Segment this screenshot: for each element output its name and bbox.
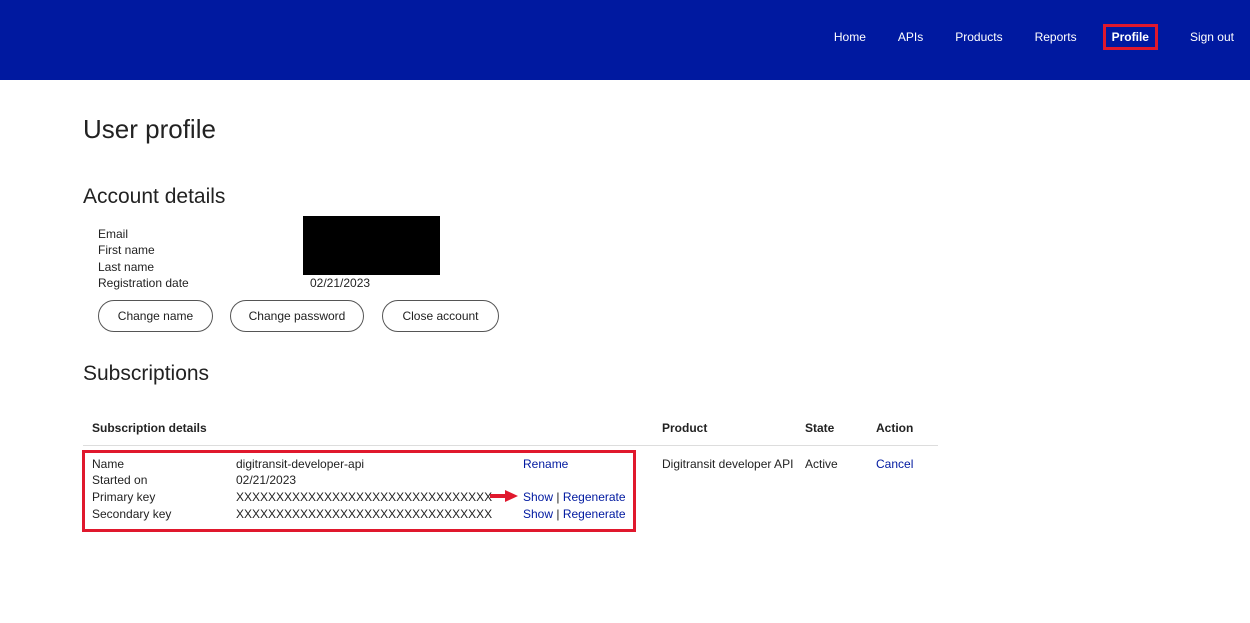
nav-apis[interactable]: APIs (898, 25, 923, 49)
state-value: Active (805, 457, 838, 471)
main-nav: Home APIs Products Reports Profile Sign … (802, 24, 1234, 50)
product-value: Digitransit developer API (662, 457, 794, 471)
email-label: Email (98, 227, 129, 241)
show-primary-key-link[interactable]: Show (523, 490, 553, 504)
table-header-divider (83, 445, 938, 446)
first-name-label: First name (98, 243, 155, 258)
column-header-subscription-details: Subscription details (92, 421, 207, 435)
registration-date-label: Registration date (98, 275, 189, 290)
page-title: User profile (83, 114, 216, 144)
rename-link[interactable]: Rename (523, 457, 568, 471)
show-secondary-key-link[interactable]: Show (523, 507, 553, 521)
separator: | (556, 490, 560, 504)
started-on-value: 02/21/2023 (236, 473, 297, 487)
account-details-heading: Account details (83, 185, 226, 208)
registration-date-value: 02/21/2023 (310, 276, 371, 290)
column-header-state: State (805, 421, 835, 435)
top-navigation-bar: Home APIs Products Reports Profile Sign … (0, 0, 1250, 80)
arrow-right-icon (490, 490, 518, 502)
column-header-action: Action (876, 421, 914, 435)
name-label: Name (92, 457, 125, 471)
cancel-subscription-link[interactable]: Cancel (876, 457, 913, 471)
started-on-label: Started on (92, 473, 148, 487)
nav-products[interactable]: Products (955, 25, 1002, 49)
last-name-label: Last name (98, 259, 155, 274)
change-password-button[interactable]: Change password (230, 300, 364, 332)
column-header-product: Product (662, 421, 708, 435)
account-labels: Email First name Last name Registration … (98, 226, 189, 291)
cancel-link-wrapper: Cancel (876, 456, 913, 472)
nav-reports[interactable]: Reports (1035, 25, 1077, 49)
primary-key-label: Primary key (92, 490, 156, 504)
subscriptions-heading: Subscriptions (83, 362, 210, 385)
primary-key-actions: Show | Regenerate (523, 489, 626, 505)
change-name-button[interactable]: Change name (98, 300, 213, 332)
subscription-name-value: digitransit-developer-api (236, 457, 365, 471)
nav-sign-out[interactable]: Sign out (1190, 25, 1234, 49)
close-account-button[interactable]: Close account (382, 300, 499, 332)
secondary-key-value: XXXXXXXXXXXXXXXXXXXXXXXXXXXXXXXX (236, 507, 493, 521)
redacted-personal-info (303, 216, 440, 275)
rename-link-wrapper: Rename (523, 456, 568, 472)
regenerate-secondary-key-link[interactable]: Regenerate (563, 507, 626, 521)
secondary-key-actions: Show | Regenerate (523, 506, 626, 522)
nav-profile[interactable]: Profile (1102, 24, 1158, 50)
secondary-key-label: Secondary key (92, 507, 172, 521)
regenerate-primary-key-link[interactable]: Regenerate (563, 490, 626, 504)
nav-home[interactable]: Home (834, 25, 866, 49)
primary-key-value: XXXXXXXXXXXXXXXXXXXXXXXXXXXXXXXX (236, 490, 493, 504)
separator: | (556, 507, 560, 521)
